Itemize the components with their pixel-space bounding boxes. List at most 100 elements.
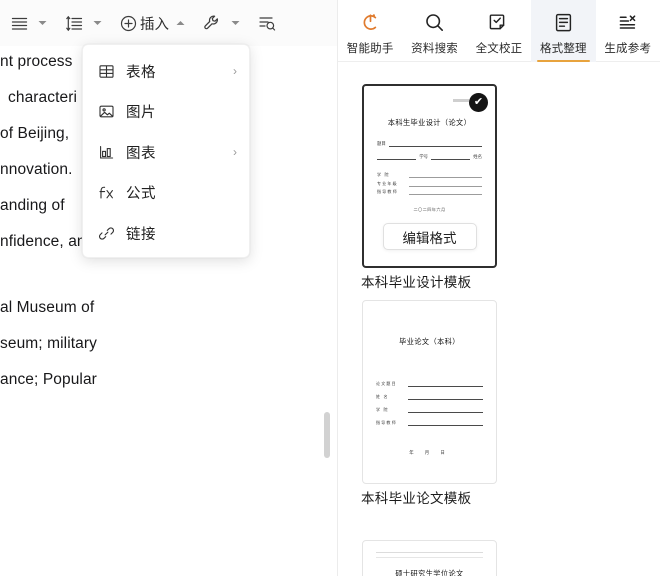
- line-spacing-group: [59, 8, 105, 38]
- template-card-undergrad-thesis[interactable]: 毕业论文（本科） 论文题目 姓 名 学 院 指导教师 年 月 日: [362, 300, 497, 485]
- preview-top-mark: [453, 99, 469, 102]
- formula-icon: [97, 184, 115, 202]
- preview-field-group: 学 院 专业年级 指导教师: [377, 172, 482, 195]
- tab-label: 生成参考: [604, 42, 652, 55]
- tools-chevron-down-icon[interactable]: [227, 9, 243, 37]
- insert-dropdown-menu: 表格 › 图片 图表 › 公式 链接: [82, 44, 250, 258]
- template-cell: 硕士研究生学位论文 题目 题目 学 号 姓 名: [355, 540, 504, 576]
- preview-field-label: 姓 名: [376, 394, 389, 400]
- document-line: al Museum of: [0, 299, 95, 316]
- preview-title: 毕业论文（本科）: [399, 337, 460, 347]
- preview-field-label: 学 院: [376, 407, 389, 413]
- menu-item-image[interactable]: 图片: [83, 92, 249, 133]
- tab-generate-reference[interactable]: 生成参考: [596, 0, 660, 62]
- document-line: seum; military: [0, 335, 97, 352]
- preview-field-row: 论文题目: [376, 381, 483, 388]
- menu-item-table[interactable]: 表格 ›: [83, 51, 249, 92]
- format-doc-icon: [553, 11, 574, 35]
- preview-field-label: 专业年级: [377, 180, 398, 186]
- document-line: ance; Popular: [0, 371, 97, 388]
- template-cell: ✔ 本科生毕业设计（论文） 题目 学号 姓名 学 院 专业年级 指导教师 二〇二…: [355, 84, 504, 292]
- wrench-icon[interactable]: [197, 8, 227, 38]
- template-name: 本科毕业论文模板: [361, 491, 472, 507]
- preview-top-rule: [376, 552, 483, 554]
- tab-label: 格式整理: [539, 42, 587, 55]
- search-icon: [424, 11, 445, 35]
- chevron-right-icon: ›: [233, 145, 237, 160]
- line-spacing-chevron-down-icon[interactable]: [89, 9, 105, 37]
- tab-label: 智能助手: [346, 42, 394, 55]
- edit-format-button[interactable]: 编辑格式: [382, 223, 477, 250]
- preview-field-label: 题目: [377, 141, 386, 146]
- tab-label: 全文校正: [475, 42, 523, 55]
- app-root: 插入 nt process characteri of Beijing, nno…: [0, 0, 660, 576]
- template-preview: 毕业论文（本科） 论文题目 姓 名 学 院 指导教师 年 月 日: [363, 301, 496, 483]
- menu-item-label: 图表: [126, 145, 156, 162]
- menu-item-label: 链接: [126, 226, 156, 243]
- tab-label: 资料搜索: [411, 42, 458, 55]
- document-paragraph-gap: [0, 270, 338, 300]
- preview-field-row: 学 院: [376, 407, 483, 414]
- tab-proofread[interactable]: 全文校正: [467, 0, 531, 62]
- menu-item-link[interactable]: 链接: [83, 213, 249, 254]
- menu-item-label: 图片: [126, 105, 156, 122]
- preview-field-line: [408, 395, 483, 401]
- preview-inline-label: 姓名: [473, 154, 482, 159]
- proofread-icon: [488, 11, 509, 35]
- editor-toolbar: 插入: [0, 0, 338, 46]
- preview-field-row: 题目: [377, 141, 482, 147]
- tab-material-search[interactable]: 资料搜索: [402, 0, 466, 62]
- preview-top-rule-2: [376, 557, 483, 559]
- insert-chevron-up-icon[interactable]: [172, 9, 188, 37]
- preview-field-row: 学 院: [377, 172, 482, 178]
- preview-field-line: [408, 421, 483, 427]
- align-lines-icon[interactable]: [4, 8, 34, 38]
- tab-format-organize[interactable]: 格式整理: [531, 0, 596, 62]
- menu-item-chart[interactable]: 图表 ›: [83, 132, 249, 173]
- preview-field-row: 指导教师: [376, 420, 483, 427]
- preview-field-line: [409, 182, 482, 187]
- template-name: 本科毕业设计模板: [361, 275, 472, 290]
- line-spacing-icon[interactable]: [59, 8, 89, 38]
- preview-inline-label: 学号: [419, 154, 428, 159]
- align-chevron-down-icon[interactable]: [34, 9, 50, 37]
- preview-footer: 二〇二四年六月: [413, 207, 446, 212]
- editor-scrollbar-thumb[interactable]: [324, 412, 330, 458]
- menu-item-label: 公式: [126, 186, 156, 203]
- preview-field-row: 姓 名: [376, 394, 483, 401]
- preview-field-row: 专业年级: [377, 181, 482, 187]
- menu-item-formula[interactable]: 公式: [83, 173, 249, 214]
- ai-assistant-icon: [360, 11, 381, 35]
- selected-check-icon: ✔: [469, 93, 488, 112]
- preview-title: 本科生毕业设计（论文）: [387, 118, 472, 127]
- template-card-master-thesis[interactable]: 硕士研究生学位论文 题目 题目 学 号 姓 名: [362, 540, 497, 576]
- menu-item-label: 表格: [126, 64, 156, 81]
- insert-button-label: 插入: [140, 16, 169, 33]
- preview-field-label: 指导教师: [376, 420, 397, 426]
- preview-field-line: [388, 142, 482, 147]
- preview-field-line: [409, 190, 482, 195]
- reference-icon: [617, 11, 638, 35]
- assistant-side-panel: 智能助手 资料搜索 全文校正 格式整理 生成参考 ✔ 本科生毕业设计（论文） 题…: [338, 0, 660, 576]
- preview-title: 硕士研究生学位论文: [395, 569, 464, 576]
- template-grid: ✔ 本科生毕业设计（论文） 题目 学号 姓名 学 院 专业年级 指导教师 二〇二…: [338, 70, 660, 576]
- preview-field-row: 学号 姓名: [377, 154, 482, 160]
- chevron-right-icon: ›: [233, 64, 237, 79]
- preview-field-label: 学 院: [377, 172, 390, 177]
- preview-field-line: [408, 408, 483, 414]
- preview-field-group: 论文题目 姓 名 学 院 指导教师: [376, 381, 483, 427]
- preview-footer: 年 月 日: [409, 450, 450, 456]
- image-icon: [97, 103, 115, 121]
- preview-field-label: 指导教师: [377, 189, 398, 194]
- plus-circle-icon: [120, 15, 137, 32]
- panel-tab-bar: 智能助手 资料搜索 全文校正 格式整理 生成参考: [338, 0, 660, 62]
- preview-field-line: [409, 173, 482, 178]
- table-icon: [97, 62, 115, 80]
- bar-chart-icon: [97, 143, 115, 161]
- insert-button[interactable]: 插入: [114, 8, 172, 38]
- preview-field-label: 论文题目: [376, 381, 397, 387]
- template-card-undergrad-design[interactable]: ✔ 本科生毕业设计（论文） 题目 学号 姓名 学 院 专业年级 指导教师 二〇二…: [362, 84, 497, 268]
- tab-ai-assistant[interactable]: 智能助手: [338, 0, 402, 62]
- find-lines-icon[interactable]: [252, 8, 282, 38]
- editor-scrollbar-track[interactable]: [323, 46, 331, 576]
